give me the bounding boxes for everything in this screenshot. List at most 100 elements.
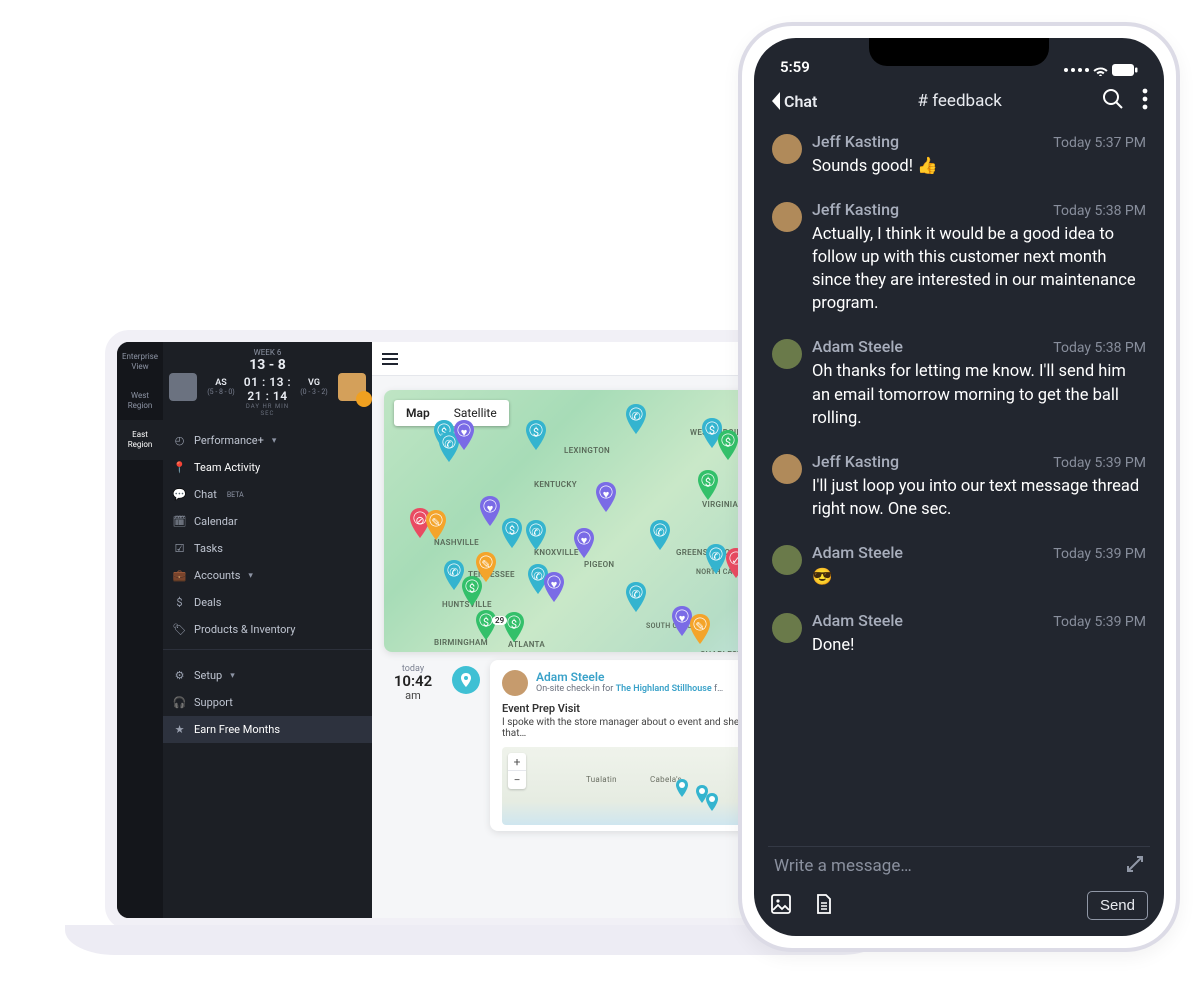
nav-item-accounts[interactable]: 💼Accounts ▾ [163, 562, 372, 589]
zoom-in-button[interactable]: + [508, 753, 526, 771]
signal-icon [1064, 68, 1068, 72]
nav-separator [163, 649, 372, 650]
scoreboard: WEEK 6 AS (5 - 8 - 0) 13 - 8 01 : 13 : 2… [163, 342, 372, 421]
message-avatar [772, 545, 802, 575]
gear-icon: ⚙ [173, 669, 186, 682]
timeline-clock: 10:42 [384, 674, 442, 689]
map-pin[interactable]: ✆ [524, 520, 548, 550]
region-rail: Enterprise ViewWest RegionEast Region [117, 342, 163, 918]
map-pin[interactable]: $ [500, 518, 524, 548]
search-icon[interactable] [1102, 88, 1124, 114]
battery-icon [1112, 64, 1138, 76]
phone-frame: 5:59 Chat # feedback [738, 22, 1180, 952]
nav-item-performance-[interactable]: ◴Performance+ ▾ [163, 427, 372, 454]
message-text: Sounds good! 👍 [812, 155, 1146, 178]
nav-item-calendar[interactable]: 🗓Calendar [163, 508, 372, 535]
message-list[interactable]: Jeff KastingToday 5:37 PMSounds good! 👍J… [754, 126, 1164, 846]
map-pin[interactable]: ✆ [624, 582, 648, 612]
map-pin[interactable]: $ [716, 430, 740, 460]
nav-item-tasks[interactable]: ☑ Tasks [163, 535, 372, 562]
app-sidebar: Enterprise ViewWest RegionEast Region WE… [117, 342, 372, 918]
message-avatar [772, 202, 802, 232]
attach-file-icon[interactable] [814, 893, 834, 919]
map-pin[interactable]: ✎ [424, 510, 448, 540]
map-pin[interactable]: $ [474, 610, 498, 640]
chat-message[interactable]: Jeff KastingToday 5:39 PMI'll just loop … [772, 452, 1146, 521]
message-time: Today 5:39 PM [1053, 455, 1146, 471]
back-button[interactable]: Chat [770, 92, 817, 111]
timeline-marker-icon [452, 666, 480, 694]
nav-label: Tasks [194, 542, 223, 555]
map-pin[interactable]: $29 [502, 612, 526, 642]
send-button[interactable]: Send [1087, 891, 1148, 920]
map-pin[interactable]: ✆ [648, 520, 672, 550]
scoreboard-left-avatar [169, 373, 197, 401]
map-pin[interactable]: ♥ [452, 420, 476, 450]
scoreboard-week: WEEK 6 [254, 348, 282, 357]
timeline-ampm: am [384, 689, 442, 702]
nav-item-deals[interactable]: $Deals [163, 589, 372, 616]
nav-item-chat[interactable]: 💬ChatBETA [163, 481, 372, 508]
activity-author-name: Adam Steele [536, 670, 723, 684]
map-pin[interactable]: $ [696, 470, 720, 500]
composer-placeholder: Write a message… [774, 856, 1126, 876]
nav-item-earn-free-months[interactable]: ★Earn Free Months [163, 716, 372, 743]
nav-item-team-activity[interactable]: 📍Team Activity [163, 454, 372, 481]
composer: Write a message… Send [754, 846, 1164, 936]
headset-icon: 🎧 [173, 696, 186, 709]
message-author: Jeff Kasting [812, 452, 899, 471]
map-pin[interactable]: ♥ [594, 482, 618, 512]
chat-message[interactable]: Jeff KastingToday 5:38 PMActually, I thi… [772, 200, 1146, 315]
hamburger-icon[interactable] [382, 353, 398, 365]
minimap-label: Tualatin [586, 775, 617, 784]
chat-message[interactable]: Adam SteeleToday 5:38 PMOh thanks for le… [772, 337, 1146, 429]
scoreboard-left-initials: AS [201, 378, 241, 388]
nav-item-products-inventory[interactable]: 🏷Products & Inventory [163, 616, 372, 643]
nav-item-setup[interactable]: ⚙Setup ▾ [163, 662, 372, 689]
chat-message[interactable]: Adam SteeleToday 5:39 PMDone! [772, 611, 1146, 657]
sidebar-main: WEEK 6 AS (5 - 8 - 0) 13 - 8 01 : 13 : 2… [163, 342, 372, 918]
star-icon: ★ [173, 723, 186, 736]
rail-item[interactable]: East Region [117, 420, 163, 459]
map-pin[interactable]: ♥ [572, 528, 596, 558]
minimap-pin[interactable] [705, 793, 719, 811]
composer-input[interactable]: Write a message… [768, 846, 1150, 885]
scoreboard-units: DAY HR MIN SEC [241, 403, 294, 417]
message-time: Today 5:38 PM [1053, 203, 1146, 219]
chat-message[interactable]: Adam SteeleToday 5:39 PM😎 [772, 543, 1146, 589]
message-time: Today 5:39 PM [1053, 546, 1146, 562]
message-time: Today 5:39 PM [1053, 614, 1146, 630]
nav-label: Team Activity [194, 461, 260, 474]
rail-item[interactable]: Enterprise View [117, 342, 163, 381]
activity-account-link[interactable]: The Highland Stillhouse [616, 684, 712, 694]
chat-header: Chat # feedback [754, 78, 1164, 126]
wifi-icon [1092, 64, 1109, 76]
map-pin[interactable]: ✆ [624, 404, 648, 434]
minimap-zoom[interactable]: + − [508, 753, 526, 789]
activity-author-avatar [502, 670, 528, 696]
message-author: Jeff Kasting [812, 132, 899, 151]
expand-icon[interactable] [1126, 855, 1144, 877]
map-pin[interactable]: $ [524, 420, 548, 450]
map-place-label: Lexington [564, 446, 610, 455]
check-icon: ☑ [173, 542, 186, 555]
message-author: Adam Steele [812, 543, 903, 562]
chat-message[interactable]: Jeff KastingToday 5:37 PMSounds good! 👍 [772, 132, 1146, 178]
message-text: Oh thanks for letting me know. I'll send… [812, 360, 1146, 429]
map-pin[interactable]: ✎ [688, 614, 712, 644]
minimap-pin[interactable] [675, 779, 689, 797]
timeline-time: today 10:42 am [384, 660, 442, 831]
rail-item[interactable]: West Region [117, 381, 163, 420]
nav-secondary: ⚙Setup ▾🎧Support★Earn Free Months [163, 662, 372, 743]
status-time: 5:59 [780, 58, 810, 76]
nav-item-support[interactable]: 🎧Support [163, 689, 372, 716]
map-pin[interactable]: ♥ [478, 496, 502, 526]
map-pin[interactable]: ✆ [442, 560, 466, 590]
scoreboard-score: 13 - 8 [241, 357, 294, 373]
chat-icon: 💬 [173, 488, 186, 501]
more-icon[interactable] [1142, 88, 1148, 114]
map-pin[interactable]: ♥ [542, 572, 566, 602]
attach-image-icon[interactable] [770, 893, 792, 919]
zoom-out-button[interactable]: − [508, 771, 526, 789]
map-place-label: VIRGINIA [702, 500, 738, 509]
